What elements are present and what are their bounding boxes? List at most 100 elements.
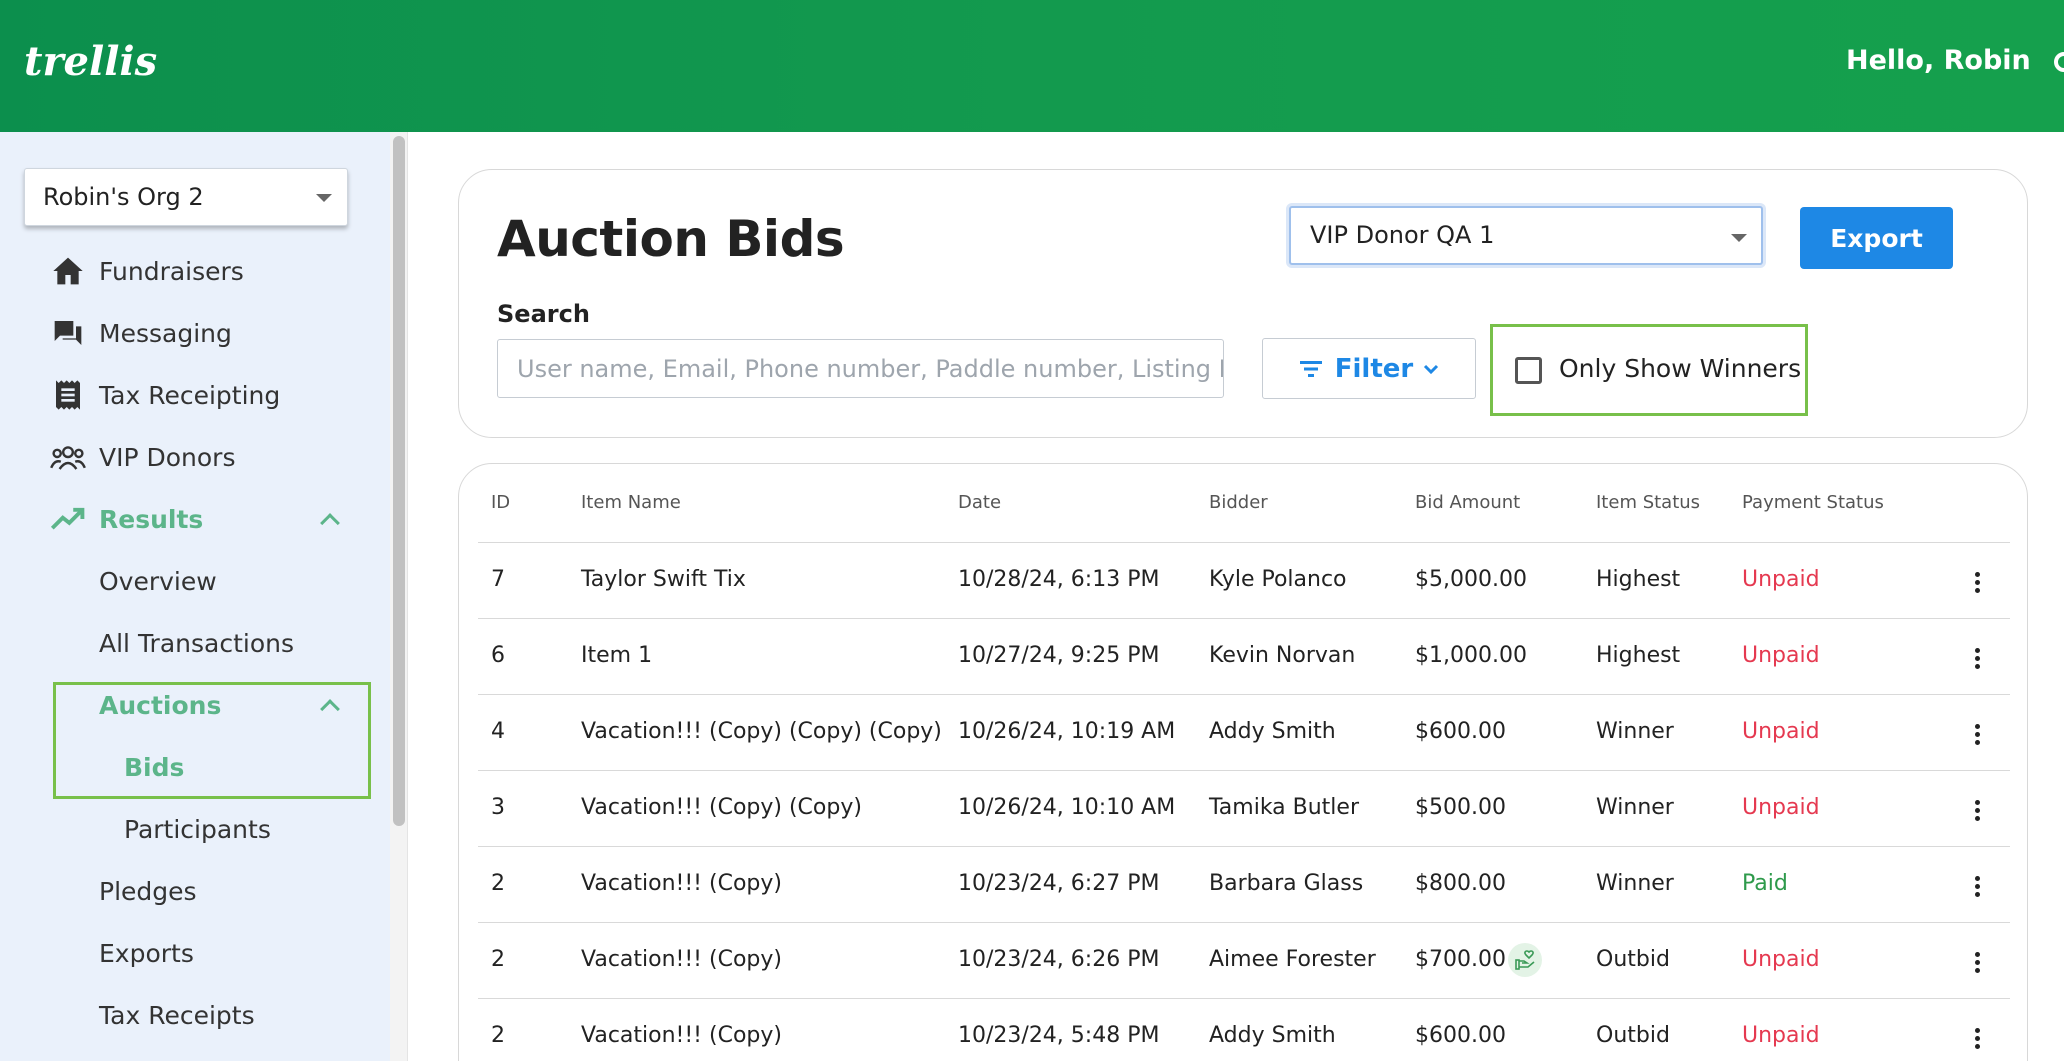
sidebar-item-exports[interactable]: Exports bbox=[99, 931, 194, 975]
more-options-icon[interactable] bbox=[1975, 952, 1981, 974]
user-menu-icon[interactable] bbox=[2054, 52, 2064, 72]
column-header-id[interactable]: ID bbox=[491, 492, 510, 513]
chevron-down-icon bbox=[316, 194, 332, 202]
sidebar-item-fundraisers[interactable]: Fundraisers bbox=[50, 249, 244, 293]
row-divider bbox=[478, 846, 2010, 847]
cell-bidder[interactable]: Addy Smith bbox=[1209, 719, 1336, 744]
cell-payment-status: Unpaid bbox=[1742, 567, 1820, 592]
more-options-icon[interactable] bbox=[1975, 800, 1981, 822]
sidebar-item-pledges[interactable]: Pledges bbox=[99, 869, 197, 913]
cell-date: 10/23/24, 6:27 PM bbox=[958, 871, 1160, 896]
cell-bidder[interactable]: Kevin Norvan bbox=[1209, 643, 1355, 668]
cell-payment-status: Paid bbox=[1742, 871, 1788, 896]
cell-bidder[interactable]: Barbara Glass bbox=[1209, 871, 1363, 896]
sidebar-item-tax-receipting[interactable]: Tax Receipting bbox=[50, 373, 280, 417]
column-header-date[interactable]: Date bbox=[958, 492, 1001, 513]
filter-button[interactable]: Filter bbox=[1262, 338, 1476, 399]
filter-label: Filter bbox=[1334, 353, 1414, 384]
only-winners-label[interactable]: Only Show Winners bbox=[1559, 354, 1801, 383]
cell-item-name[interactable]: Vacation!!! (Copy) bbox=[581, 947, 782, 972]
sidebar-item-messaging[interactable]: Messaging bbox=[50, 311, 232, 355]
event-select[interactable]: VIP Donor QA 1 bbox=[1289, 206, 1763, 265]
column-header-payment-status[interactable]: Payment Status bbox=[1742, 492, 1884, 513]
cell-bid-amount: $500.00 bbox=[1415, 795, 1506, 820]
cell-bid-amount: $600.00 bbox=[1415, 719, 1506, 744]
cell-id: 2 bbox=[491, 871, 505, 896]
cell-item-status: Winner bbox=[1596, 795, 1674, 820]
column-header-item-name[interactable]: Item Name bbox=[581, 492, 681, 513]
cell-bid-amount: $700.00 bbox=[1415, 947, 1506, 972]
cell-bidder[interactable]: Kyle Polanco bbox=[1209, 567, 1347, 592]
sidebar-item-bids[interactable]: Bids bbox=[124, 745, 184, 789]
export-button[interactable]: Export bbox=[1800, 207, 1953, 269]
row-divider bbox=[478, 922, 2010, 923]
sidebar-item-vip-donors[interactable]: VIP Donors bbox=[50, 435, 236, 479]
cell-item-name[interactable]: Vacation!!! (Copy) (Copy) (Copy) bbox=[581, 719, 942, 744]
column-header-item-status[interactable]: Item Status bbox=[1596, 492, 1700, 513]
cell-item-name[interactable]: Vacation!!! (Copy) bbox=[581, 1023, 782, 1048]
sidebar-item-label: Fundraisers bbox=[99, 256, 244, 286]
cell-item-status: Winner bbox=[1596, 871, 1674, 896]
column-header-bid-amount[interactable]: Bid Amount bbox=[1415, 492, 1520, 513]
cell-item-name[interactable]: Vacation!!! (Copy) (Copy) bbox=[581, 795, 862, 820]
sidebar-scrollbar-thumb[interactable] bbox=[393, 136, 405, 826]
cell-id: 6 bbox=[491, 643, 505, 668]
sidebar-item-auctions[interactable]: Auctions bbox=[99, 683, 221, 727]
cell-id: 7 bbox=[491, 567, 505, 592]
chat-icon bbox=[50, 315, 86, 351]
sidebar-item-all-transactions[interactable]: All Transactions bbox=[99, 621, 294, 665]
top-bar: trellis Hello, Robin bbox=[0, 0, 2064, 132]
search-input[interactable] bbox=[498, 340, 1223, 397]
trellis-logo[interactable]: trellis bbox=[24, 38, 157, 85]
receipt-icon bbox=[50, 377, 86, 413]
group-icon bbox=[50, 439, 86, 475]
sidebar-item-participants[interactable]: Participants bbox=[124, 807, 271, 851]
cell-item-name[interactable]: Vacation!!! (Copy) bbox=[581, 871, 782, 896]
cell-payment-status: Unpaid bbox=[1742, 947, 1820, 972]
more-options-icon[interactable] bbox=[1975, 648, 1981, 670]
cell-payment-status: Unpaid bbox=[1742, 643, 1820, 668]
row-divider bbox=[478, 618, 2010, 619]
more-options-icon[interactable] bbox=[1975, 876, 1981, 898]
cell-date: 10/23/24, 6:26 PM bbox=[958, 947, 1160, 972]
cell-id: 4 bbox=[491, 719, 505, 744]
cell-bid-amount: $600.00 bbox=[1415, 1023, 1506, 1048]
cell-bid-amount: $800.00 bbox=[1415, 871, 1506, 896]
cell-item-name[interactable]: Taylor Swift Tix bbox=[581, 567, 746, 592]
cell-date: 10/28/24, 6:13 PM bbox=[958, 567, 1160, 592]
cell-id: 2 bbox=[491, 1023, 505, 1048]
cell-bidder[interactable]: Tamika Butler bbox=[1209, 795, 1359, 820]
cell-item-status: Highest bbox=[1596, 643, 1681, 668]
more-options-icon[interactable] bbox=[1975, 724, 1981, 746]
cell-bid-amount: $1,000.00 bbox=[1415, 643, 1527, 668]
search-input-wrapper[interactable] bbox=[497, 339, 1224, 398]
row-divider bbox=[478, 998, 2010, 999]
cell-bidder[interactable]: Aimee Forester bbox=[1209, 947, 1376, 972]
sidebar-item-tax-receipts[interactable]: Tax Receipts bbox=[99, 993, 255, 1037]
cell-payment-status: Unpaid bbox=[1742, 795, 1820, 820]
cell-bid-amount: $5,000.00 bbox=[1415, 567, 1527, 592]
cell-item-status: Highest bbox=[1596, 567, 1681, 592]
cell-date: 10/27/24, 9:25 PM bbox=[958, 643, 1160, 668]
trending-up-icon bbox=[50, 501, 86, 537]
event-select-value: VIP Donor QA 1 bbox=[1310, 221, 1495, 249]
org-select[interactable]: Robin's Org 2 bbox=[24, 168, 348, 226]
column-header-bidder[interactable]: Bidder bbox=[1209, 492, 1268, 513]
sidebar-item-results[interactable]: Results bbox=[50, 497, 203, 541]
more-options-icon[interactable] bbox=[1975, 1028, 1981, 1050]
cell-id: 3 bbox=[491, 795, 505, 820]
donation-hand-heart-icon bbox=[1508, 943, 1542, 977]
sidebar-item-label: VIP Donors bbox=[99, 442, 236, 472]
only-winners-checkbox[interactable] bbox=[1515, 357, 1542, 384]
row-divider bbox=[478, 694, 2010, 695]
greeting-text: Hello, Robin bbox=[1846, 45, 2031, 76]
sidebar-item-label: Results bbox=[99, 504, 204, 534]
more-options-icon[interactable] bbox=[1975, 572, 1981, 594]
header-divider bbox=[478, 542, 2010, 543]
cell-item-name[interactable]: Item 1 bbox=[581, 643, 652, 668]
cell-bidder[interactable]: Addy Smith bbox=[1209, 1023, 1336, 1048]
sidebar-item-overview[interactable]: Overview bbox=[99, 559, 217, 603]
cell-date: 10/26/24, 10:10 AM bbox=[958, 795, 1176, 820]
cell-item-status: Outbid bbox=[1596, 1023, 1670, 1048]
sidebar-item-label: Messaging bbox=[99, 318, 232, 348]
